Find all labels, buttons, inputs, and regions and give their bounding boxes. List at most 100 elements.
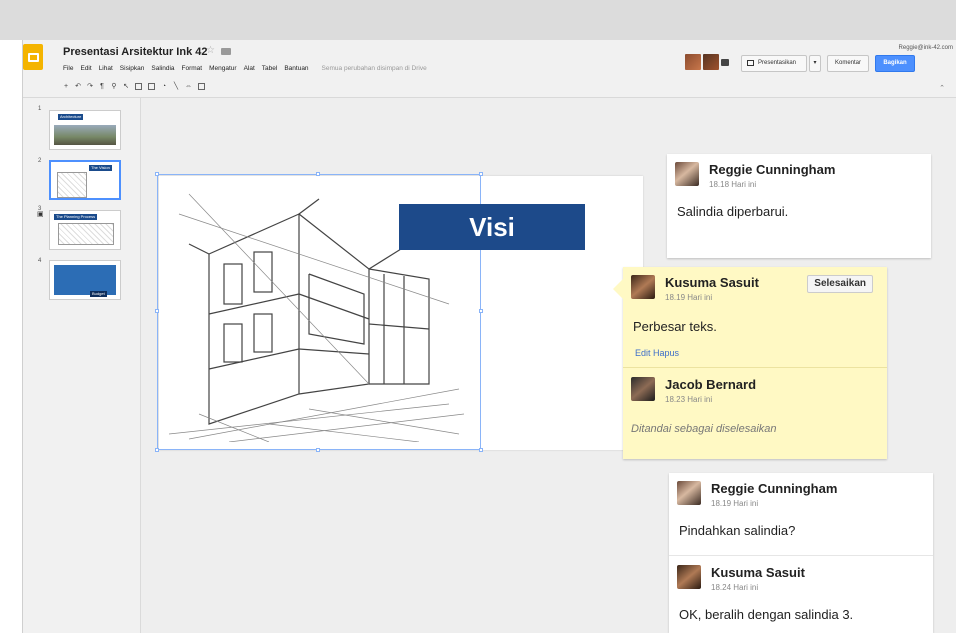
avatar: [631, 377, 655, 401]
comment-card[interactable]: Reggie Cunningham 18.18 Hari ini Salindi…: [667, 154, 931, 258]
comment-time: 18.19 Hari ini: [711, 499, 759, 508]
reply-time: 18.24 Hari ini: [711, 583, 759, 592]
menu-arrange[interactable]: Mengatur: [209, 65, 236, 72]
slide-heading-text: Visi: [469, 211, 515, 242]
comment-time: 18.19 Hari ini: [665, 293, 713, 302]
avatar: [677, 481, 701, 505]
header-right-tools: Reggie@ink-42.com Presentasikan ▾ Koment…: [677, 40, 956, 80]
shape-icon[interactable]: ◔: [161, 83, 167, 90]
slide-thumbnail-1[interactable]: Architecture: [49, 110, 121, 150]
thumbnail-sketch: [58, 223, 114, 245]
edit-delete-links[interactable]: Edit Hapus: [635, 348, 679, 358]
comment-card[interactable]: Reggie Cunningham 18.19 Hari ini Pindahk…: [669, 473, 933, 633]
thumbnail-caption: Architecture: [58, 114, 84, 120]
avatar: [631, 275, 655, 299]
comment-text: Perbesar teks.: [633, 319, 717, 334]
link-icon[interactable]: ⇔: [185, 83, 192, 90]
resolve-button[interactable]: Selesaikan: [807, 275, 873, 293]
slide-thumbnail-4[interactable]: Budget: [49, 260, 121, 300]
resize-handle[interactable]: [155, 309, 159, 313]
resize-handle[interactable]: [479, 172, 483, 176]
thumbnail-number: 1: [38, 106, 42, 112]
slide-heading[interactable]: Visi: [399, 204, 585, 250]
slide-filmstrip: 1 Architecture 2 ▣ The Vision 3 The Plan…: [23, 98, 141, 633]
thumbnail-number: 4: [38, 258, 42, 264]
comment-divider: [623, 367, 887, 368]
menu-tools[interactable]: Alat: [244, 65, 255, 72]
select-icon[interactable]: ↖: [123, 82, 129, 90]
plus-icon[interactable]: +: [63, 83, 69, 90]
avatar: [675, 162, 699, 186]
slides-app-window: Presentasi Arsitektur Ink 42 ☆ File Edit…: [22, 40, 956, 633]
menu-view[interactable]: Lihat: [99, 65, 113, 72]
thumbnail-sketch: [57, 172, 87, 198]
app-header: Presentasi Arsitektur Ink 42 ☆ File Edit…: [23, 40, 956, 98]
resize-handle[interactable]: [479, 309, 483, 313]
comment-text: Salindia diperbarui.: [677, 204, 789, 219]
menu-slide[interactable]: Salindia: [151, 65, 174, 72]
collaborator-avatar[interactable]: [685, 54, 701, 70]
menu-table[interactable]: Tabel: [262, 65, 278, 72]
present-dropdown-button[interactable]: ▾: [809, 55, 821, 72]
thumbnail-caption: Budget: [90, 291, 107, 297]
reply-text: OK, beralih dengan salindia 3.: [679, 607, 854, 622]
browser-top-bar: [0, 0, 956, 40]
resolved-status: Ditandai sebagai diselesaikan: [631, 423, 777, 435]
resize-handle[interactable]: [479, 448, 483, 452]
zoom-icon[interactable]: ⚲: [111, 82, 117, 90]
thumbnail-blueprint: [54, 265, 116, 295]
chat-icon[interactable]: [721, 59, 729, 66]
resize-handle[interactable]: [316, 172, 320, 176]
slides-logo-icon[interactable]: [23, 44, 43, 70]
user-email[interactable]: Reggie@ink-42.com: [899, 45, 953, 51]
reply-author: Kusuma Sasuit: [711, 565, 805, 580]
resize-handle[interactable]: [155, 448, 159, 452]
comment-text: Pindahkan salindia?: [679, 523, 796, 538]
redo-icon[interactable]: ↷: [87, 82, 93, 90]
thumbnail-photo: [54, 125, 116, 145]
image-icon[interactable]: [148, 82, 155, 90]
slide-thumbnail-3[interactable]: The Planning Process: [49, 210, 121, 250]
document-title[interactable]: Presentasi Arsitektur Ink 42: [63, 46, 208, 58]
thumbnail-caption: The Vision: [89, 165, 112, 171]
comment-author: Reggie Cunningham: [709, 162, 836, 177]
present-icon: [747, 60, 754, 66]
collapse-icon[interactable]: ⌃: [939, 84, 945, 92]
menu-file[interactable]: File: [63, 65, 73, 72]
resize-handle[interactable]: [316, 448, 320, 452]
menu-bar: File Edit Lihat Sisipkan Salindia Format…: [63, 65, 427, 72]
menu-edit[interactable]: Edit: [80, 65, 91, 72]
star-icon[interactable]: ☆: [206, 45, 215, 56]
comment-divider: [669, 555, 933, 556]
comments-button[interactable]: Komentar: [827, 55, 869, 72]
comment-author: Kusuma Sasuit: [665, 275, 759, 290]
undo-icon[interactable]: ↶: [75, 82, 81, 90]
text-box-icon[interactable]: [135, 82, 142, 90]
reply-author: Jacob Bernard: [665, 377, 757, 392]
collaborator-avatar[interactable]: [703, 54, 719, 70]
reply-time: 18.23 Hari ini: [665, 395, 713, 404]
line-icon[interactable]: ╲: [173, 82, 179, 90]
comment-author: Reggie Cunningham: [711, 481, 838, 496]
resize-handle[interactable]: [155, 172, 159, 176]
toolbar: + ↶ ↷ ¶ ⚲ ↖ ◔ ╲ ⇔: [63, 82, 205, 90]
slide-canvas[interactable]: Visi: [155, 172, 643, 452]
menu-format[interactable]: Format: [182, 65, 203, 72]
paint-format-icon[interactable]: ¶: [99, 83, 105, 90]
thumbnail-caption: The Planning Process: [54, 214, 98, 220]
thumbnail-number: 3: [38, 206, 42, 212]
present-label: Presentasikan: [758, 60, 797, 66]
comment-card-active[interactable]: Kusuma Sasuit 18.19 Hari ini Selesaikan …: [613, 267, 887, 459]
share-button[interactable]: Bagikan: [875, 55, 915, 72]
menu-help[interactable]: Bantuan: [284, 65, 308, 72]
slide-thumbnail-2[interactable]: The Vision: [49, 160, 121, 200]
present-button[interactable]: Presentasikan: [741, 55, 807, 72]
share-label: Bagikan: [883, 60, 907, 66]
comment-add-icon[interactable]: [198, 82, 205, 90]
folder-icon[interactable]: [221, 48, 231, 55]
menu-insert[interactable]: Sisipkan: [120, 65, 145, 72]
save-status: Semua perubahan disimpan di Drive: [321, 65, 427, 72]
thumbnail-number: 2: [38, 158, 42, 164]
comment-pointer: [613, 279, 623, 299]
avatar: [677, 565, 701, 589]
